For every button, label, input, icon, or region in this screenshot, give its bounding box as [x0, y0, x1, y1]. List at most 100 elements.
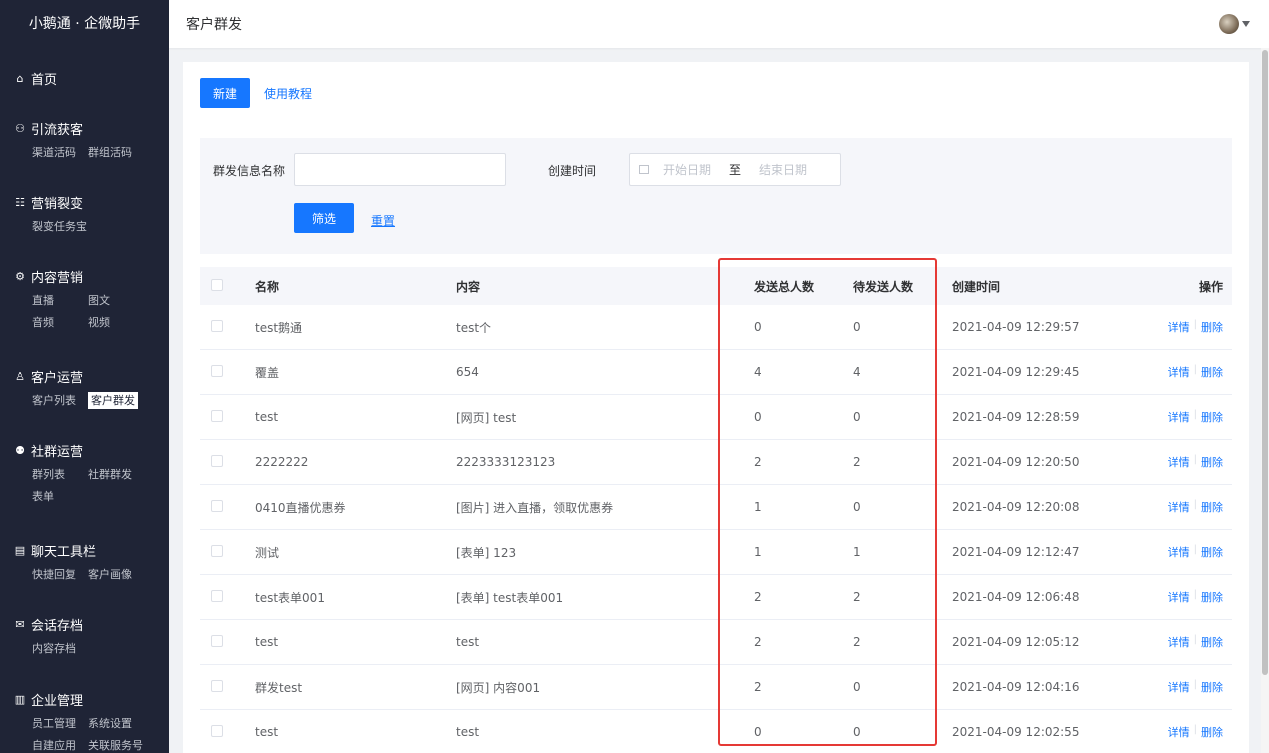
row-checkbox[interactable]	[211, 454, 223, 467]
tutorial-link[interactable]: 使用教程	[264, 85, 312, 102]
sidebar-sub-item[interactable]: 员工管理	[32, 713, 88, 735]
sidebar-sub-item[interactable]: 群列表	[32, 464, 88, 486]
sidebar-sub-item[interactable]: 客户群发	[88, 390, 144, 412]
sidebar-sub-item[interactable]: 系统设置	[88, 713, 144, 735]
nav-item[interactable]: ⚇ 引流获客	[14, 118, 169, 138]
delete-link[interactable]: 删除	[1201, 679, 1223, 695]
sidebar-sub-item[interactable]: 快捷回复	[32, 564, 88, 586]
detail-link[interactable]: 详情	[1168, 724, 1190, 740]
delete-link[interactable]: 删除	[1201, 724, 1223, 740]
nav-item[interactable]: ▥ 企业管理	[14, 689, 169, 709]
select-all-checkbox[interactable]	[211, 278, 223, 291]
sidebar-sub-item-label: 员工管理	[32, 717, 76, 730]
end-date-input[interactable]: 结束日期	[759, 161, 807, 178]
sidebar-sub-item[interactable]: 音频	[32, 312, 88, 334]
nav-item[interactable]: ⚉ 社群运营	[14, 440, 169, 460]
nav-group: ⚉ 社群运营群列表 社群群发 表单	[0, 440, 169, 508]
delete-link[interactable]: 删除	[1201, 499, 1223, 515]
sidebar-sub-item-label: 内容存档	[32, 642, 76, 655]
row-actions: 详情 | 删除	[1152, 364, 1232, 380]
delete-link[interactable]: 删除	[1201, 634, 1223, 650]
row-checkbox[interactable]	[211, 724, 223, 737]
detail-link[interactable]: 详情	[1168, 409, 1190, 425]
sidebar-sub-item-label: 社群群发	[88, 468, 132, 481]
sidebar-sub-item-label: 客户画像	[88, 568, 132, 581]
nav-group: ✉ 会话存档内容存档	[0, 614, 169, 660]
table-header: 名称 内容 发送总人数 待发送人数 创建时间 操作	[200, 267, 1232, 305]
sidebar-sub-item[interactable]: 表单	[32, 486, 88, 508]
cell-content: 2223333123123	[456, 455, 556, 469]
sidebar-sub-item-label: 直播	[32, 294, 54, 307]
row-checkbox[interactable]	[211, 409, 223, 422]
chat-tool-icon: ▤	[14, 543, 26, 557]
detail-link[interactable]: 详情	[1168, 319, 1190, 335]
cell-content: [表单] 123	[456, 545, 517, 560]
row-actions: 详情 | 删除	[1152, 634, 1232, 650]
nav-item[interactable]: ♙ 客户运营	[14, 366, 169, 386]
group-icon: ⚉	[15, 443, 25, 457]
nav-item[interactable]: ⚙ 内容营销	[14, 266, 169, 286]
chevron-down-icon[interactable]	[1242, 21, 1250, 27]
cell-name: 覆盖	[255, 365, 280, 380]
cell-time: 2021-04-09 12:02:55	[952, 725, 1080, 739]
sidebar-sub-item[interactable]: 直播	[32, 290, 88, 312]
nav-item[interactable]: ⌂ 首页	[14, 68, 169, 88]
nav-item-label: 社群运营	[31, 444, 84, 460]
avatar[interactable]	[1219, 14, 1239, 34]
sidebar-sub-item[interactable]: 内容存档	[32, 638, 88, 660]
filter-button[interactable]: 筛选	[294, 203, 354, 233]
new-button[interactable]: 新建	[200, 78, 250, 108]
detail-link[interactable]: 详情	[1168, 544, 1190, 560]
cell-total: 0	[754, 410, 762, 424]
row-actions: 详情 | 删除	[1152, 454, 1232, 470]
date-range-picker[interactable]: 开始日期 至 结束日期	[629, 153, 841, 186]
broadcast-table: 名称 内容 发送总人数 待发送人数 创建时间 操作 test鹅通 test个 0 0 2…	[200, 267, 1232, 753]
divider: |	[1193, 724, 1197, 735]
row-checkbox[interactable]	[211, 544, 223, 557]
cell-time: 2021-04-09 12:28:59	[952, 410, 1080, 424]
sidebar-sub-item[interactable]: 群组活码	[88, 142, 144, 164]
row-checkbox[interactable]	[211, 679, 223, 692]
delete-link[interactable]: 删除	[1201, 364, 1223, 380]
row-checkbox[interactable]	[211, 319, 223, 332]
cell-total: 2	[754, 455, 762, 469]
row-checkbox[interactable]	[211, 634, 223, 647]
sidebar-sub-item[interactable]: 渠道活码	[32, 142, 88, 164]
nav-item[interactable]: ☷ 营销裂变	[14, 192, 169, 212]
row-checkbox[interactable]	[211, 499, 223, 512]
start-date-input[interactable]: 开始日期	[663, 161, 719, 178]
delete-link[interactable]: 删除	[1201, 454, 1223, 470]
delete-link[interactable]: 删除	[1201, 409, 1223, 425]
row-checkbox[interactable]	[211, 364, 223, 377]
detail-link[interactable]: 详情	[1168, 589, 1190, 605]
delete-link[interactable]: 删除	[1201, 544, 1223, 560]
name-filter-input[interactable]	[294, 153, 506, 186]
delete-link[interactable]: 删除	[1201, 589, 1223, 605]
scrollbar-thumb[interactable]	[1262, 50, 1268, 675]
sidebar-sub-item[interactable]: 客户列表	[32, 390, 88, 412]
sidebar-sub-item[interactable]: 视频	[88, 312, 144, 334]
nav-item[interactable]: ✉ 会话存档	[14, 614, 169, 634]
divider: |	[1193, 409, 1197, 420]
row-actions: 详情 | 删除	[1152, 544, 1232, 560]
header-pending: 待发送人数	[853, 279, 914, 294]
detail-link[interactable]: 详情	[1168, 679, 1190, 695]
table-row: test表单001 [表单] test表单001 2 2 2021-04-09 12:0…	[200, 575, 1232, 620]
reset-link[interactable]: 重置	[371, 212, 395, 229]
header-time: 创建时间	[952, 279, 1001, 294]
sidebar-sub-item[interactable]: 关联服务号	[88, 735, 144, 753]
sidebar-sub-item[interactable]: 裂变任务宝	[32, 216, 88, 238]
sidebar-sub-item-label: 裂变任务宝	[32, 220, 87, 233]
cell-pending: 0	[853, 410, 861, 424]
detail-link[interactable]: 详情	[1168, 634, 1190, 650]
sidebar-sub-item[interactable]: 客户画像	[88, 564, 144, 586]
detail-link[interactable]: 详情	[1168, 454, 1190, 470]
sidebar-sub-item[interactable]: 图文	[88, 290, 144, 312]
nav-item[interactable]: ▤ 聊天工具栏	[14, 540, 169, 560]
sidebar-sub-item[interactable]: 社群群发	[88, 464, 144, 486]
detail-link[interactable]: 详情	[1168, 499, 1190, 515]
row-checkbox[interactable]	[211, 589, 223, 602]
sidebar-sub-item[interactable]: 自建应用	[32, 735, 88, 753]
detail-link[interactable]: 详情	[1168, 364, 1190, 380]
delete-link[interactable]: 删除	[1201, 319, 1223, 335]
